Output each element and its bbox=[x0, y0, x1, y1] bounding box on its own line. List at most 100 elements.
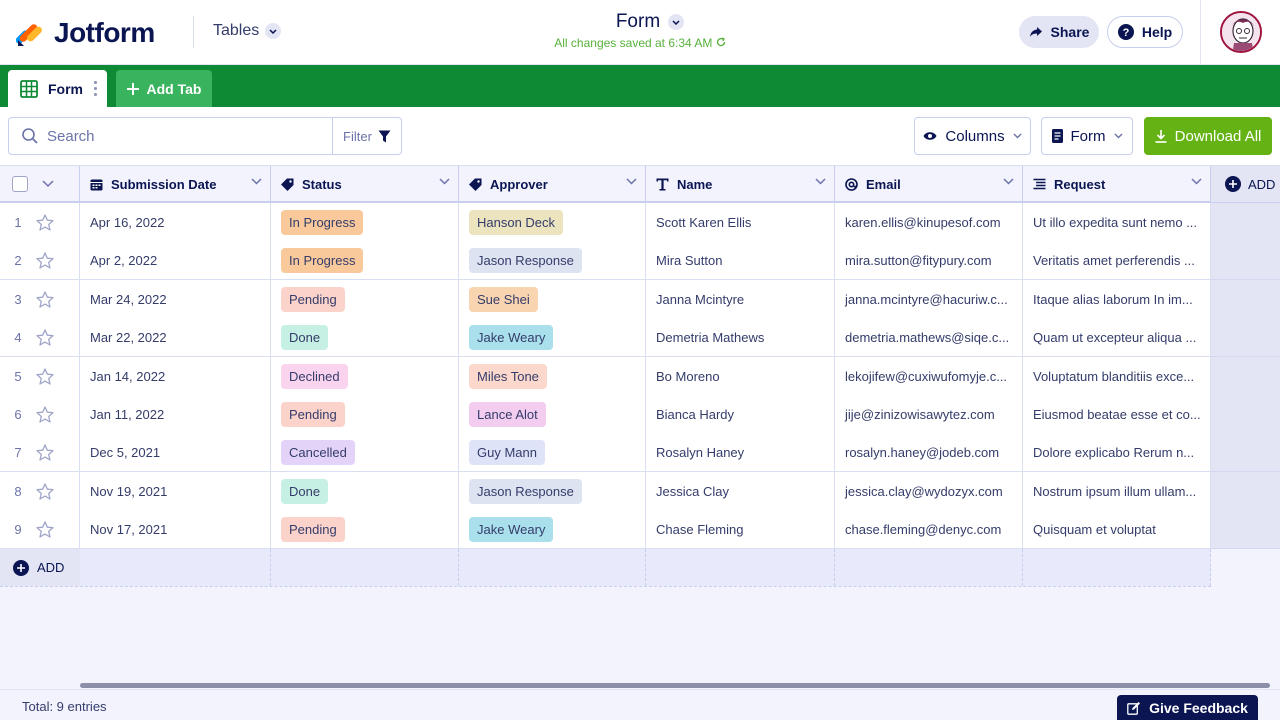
cell-approver[interactable]: Jason Response bbox=[459, 472, 646, 510]
horizontal-scrollbar[interactable] bbox=[80, 683, 1270, 688]
column-header-email[interactable]: Email bbox=[835, 166, 1023, 202]
star-icon[interactable] bbox=[36, 405, 54, 423]
cell-status[interactable]: Done bbox=[271, 472, 459, 510]
cell-date[interactable]: Mar 22, 2022 bbox=[80, 318, 271, 356]
table-row[interactable]: 6 Jan 11, 2022 Pending Lance Alot Bianca Har… bbox=[0, 395, 1211, 434]
download-all-button[interactable]: Download All bbox=[1144, 117, 1272, 155]
chevron-down-icon[interactable] bbox=[1003, 178, 1014, 185]
cell-email[interactable]: jessica.clay@wydozyx.com bbox=[835, 472, 1023, 510]
cell-request[interactable]: Quam ut excepteur aliqua ... bbox=[1023, 318, 1211, 356]
star-icon[interactable] bbox=[36, 328, 54, 346]
chevron-down-icon[interactable] bbox=[626, 178, 637, 185]
cell-date[interactable]: Apr 16, 2022 bbox=[80, 203, 271, 241]
cell-date[interactable]: Nov 19, 2021 bbox=[80, 472, 271, 510]
cell-request[interactable]: Ut illo expedita sunt nemo ... bbox=[1023, 203, 1211, 241]
cell-request[interactable]: Veritatis amet perferendis ... bbox=[1023, 241, 1211, 279]
cell-request[interactable]: Quisquam et voluptat bbox=[1023, 510, 1211, 548]
table-row[interactable]: 4 Mar 22, 2022 Done Jake Weary Demetria Math… bbox=[0, 318, 1211, 357]
cell-status[interactable]: Cancelled bbox=[271, 433, 459, 471]
cell-email[interactable]: mira.sutton@fitypury.com bbox=[835, 241, 1023, 279]
cell-approver[interactable]: Sue Shei bbox=[459, 280, 646, 318]
cell-date[interactable]: Mar 24, 2022 bbox=[80, 280, 271, 318]
tab-form[interactable]: Form bbox=[8, 70, 107, 107]
table-row[interactable]: 8 Nov 19, 2021 Done Jason Response Jessica C… bbox=[0, 472, 1211, 511]
chevron-down-icon[interactable] bbox=[1191, 178, 1202, 185]
form-title-dropdown[interactable]: Form bbox=[616, 11, 685, 33]
chevron-down-icon[interactable] bbox=[251, 178, 262, 185]
column-header-request[interactable]: Request bbox=[1023, 166, 1211, 202]
cell-approver[interactable]: Jason Response bbox=[459, 241, 646, 279]
cell-request[interactable]: Itaque alias laborum In im... bbox=[1023, 280, 1211, 318]
cell-email[interactable]: jije@zinizowisawytez.com bbox=[835, 395, 1023, 433]
filter-button[interactable]: Filter bbox=[332, 118, 401, 154]
cell-date[interactable]: Jan 11, 2022 bbox=[80, 395, 271, 433]
cell-approver[interactable]: Miles Tone bbox=[459, 357, 646, 395]
help-button[interactable]: ? Help bbox=[1107, 16, 1183, 48]
cell-name[interactable]: Scott Karen Ellis bbox=[646, 203, 835, 241]
table-row[interactable]: 2 Apr 2, 2022 In Progress Jason Response Mir… bbox=[0, 241, 1211, 280]
star-icon[interactable] bbox=[36, 520, 54, 538]
cell-status[interactable]: Done bbox=[271, 318, 459, 356]
table-row[interactable]: 9 Nov 17, 2021 Pending Jake Weary Chase Flem… bbox=[0, 510, 1211, 549]
cell-request[interactable]: Nostrum ipsum illum ullam... bbox=[1023, 472, 1211, 510]
cell-name[interactable]: Chase Fleming bbox=[646, 510, 835, 548]
star-icon[interactable] bbox=[36, 213, 54, 231]
star-icon[interactable] bbox=[36, 482, 54, 500]
column-header-submission-date[interactable]: Submission Date bbox=[80, 166, 271, 202]
columns-button[interactable]: Columns bbox=[914, 117, 1031, 155]
cell-date[interactable]: Dec 5, 2021 bbox=[80, 433, 271, 471]
cell-request[interactable]: Voluptatum blanditiis exce... bbox=[1023, 357, 1211, 395]
cell-name[interactable]: Bo Moreno bbox=[646, 357, 835, 395]
cell-email[interactable]: rosalyn.haney@jodeb.com bbox=[835, 433, 1023, 471]
chevron-down-icon[interactable] bbox=[815, 178, 826, 185]
column-header-status[interactable]: Status bbox=[271, 166, 459, 202]
cell-name[interactable]: Bianca Hardy bbox=[646, 395, 835, 433]
chevron-down-icon[interactable] bbox=[439, 178, 450, 185]
cell-name[interactable]: Jessica Clay bbox=[646, 472, 835, 510]
cell-name[interactable]: Rosalyn Haney bbox=[646, 433, 835, 471]
cell-status[interactable]: In Progress bbox=[271, 241, 459, 279]
column-header-name[interactable]: Name bbox=[646, 166, 835, 202]
cell-status[interactable]: Pending bbox=[271, 280, 459, 318]
table-row[interactable]: 7 Dec 5, 2021 Cancelled Guy Mann Rosalyn Han… bbox=[0, 433, 1211, 472]
cell-name[interactable]: Janna Mcintyre bbox=[646, 280, 835, 318]
search-input[interactable] bbox=[47, 127, 317, 145]
tab-options-icon[interactable] bbox=[94, 81, 97, 96]
star-icon[interactable] bbox=[36, 443, 54, 461]
star-icon[interactable] bbox=[36, 367, 54, 385]
cell-name[interactable]: Demetria Mathews bbox=[646, 318, 835, 356]
cell-email[interactable]: karen.ellis@kinupesof.com bbox=[835, 203, 1023, 241]
cell-email[interactable]: demetria.mathews@siqe.c... bbox=[835, 318, 1023, 356]
star-icon[interactable] bbox=[36, 290, 54, 308]
cell-request[interactable]: Eiusmod beatae esse et co... bbox=[1023, 395, 1211, 433]
cell-request[interactable]: Dolore explicabo Rerum n... bbox=[1023, 433, 1211, 471]
cell-approver[interactable]: Hanson Deck bbox=[459, 203, 646, 241]
add-column-button[interactable]: ADD bbox=[1211, 166, 1280, 202]
cell-approver[interactable]: Jake Weary bbox=[459, 510, 646, 548]
cell-approver[interactable]: Jake Weary bbox=[459, 318, 646, 356]
cell-name[interactable]: Mira Sutton bbox=[646, 241, 835, 279]
cell-date[interactable]: Jan 14, 2022 bbox=[80, 357, 271, 395]
add-row-button[interactable]: ADD bbox=[0, 549, 80, 586]
form-view-button[interactable]: Form bbox=[1041, 117, 1133, 155]
give-feedback-button[interactable]: Give Feedback bbox=[1117, 695, 1258, 720]
table-row[interactable]: 3 Mar 24, 2022 Pending Sue Shei Janna Mcinty… bbox=[0, 280, 1211, 319]
cell-status[interactable]: Declined bbox=[271, 357, 459, 395]
cell-email[interactable]: lekojifew@cuxiwufomyje.c... bbox=[835, 357, 1023, 395]
cell-date[interactable]: Apr 2, 2022 bbox=[80, 241, 271, 279]
cell-approver[interactable]: Lance Alot bbox=[459, 395, 646, 433]
cell-date[interactable]: Nov 17, 2021 bbox=[80, 510, 271, 548]
cell-approver[interactable]: Guy Mann bbox=[459, 433, 646, 471]
column-header-approver[interactable]: Approver bbox=[459, 166, 646, 202]
cell-email[interactable]: chase.fleming@denyc.com bbox=[835, 510, 1023, 548]
share-button[interactable]: Share bbox=[1019, 16, 1099, 48]
select-all-checkbox[interactable] bbox=[12, 176, 28, 192]
table-row[interactable]: 1 Apr 16, 2022 In Progress Hanson Deck Scott… bbox=[0, 203, 1211, 242]
add-tab-button[interactable]: Add Tab bbox=[116, 70, 212, 107]
table-row[interactable]: 5 Jan 14, 2022 Declined Miles Tone Bo Moreno… bbox=[0, 357, 1211, 396]
cell-status[interactable]: In Progress bbox=[271, 203, 459, 241]
cell-status[interactable]: Pending bbox=[271, 395, 459, 433]
star-icon[interactable] bbox=[36, 251, 54, 269]
cell-status[interactable]: Pending bbox=[271, 510, 459, 548]
cell-email[interactable]: janna.mcintyre@hacuriw.c... bbox=[835, 280, 1023, 318]
